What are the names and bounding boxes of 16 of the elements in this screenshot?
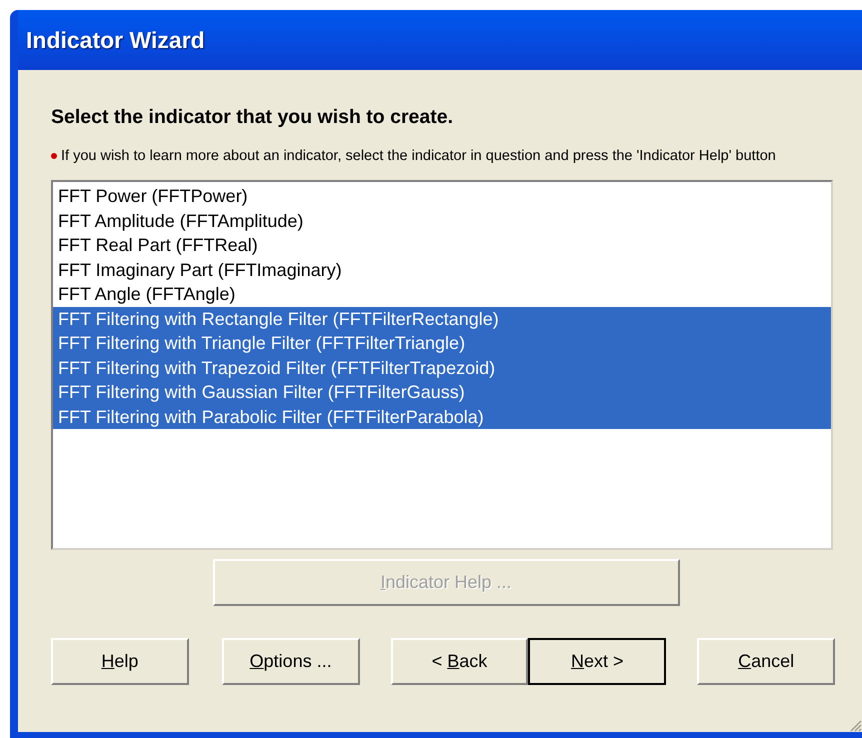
hint-text: If you wish to learn more about an indicator, select the indicator in question and press the 'Indicator Help' button <box>61 147 777 166</box>
list-item[interactable]: FFT Filtering with Triangle Filter (FFTFilterTriangle) <box>53 331 831 356</box>
dialog-button[interactable]: Cancel <box>697 638 835 686</box>
indicator-list[interactable] <box>51 180 833 550</box>
window-title: Indicator Wizard <box>26 26 205 55</box>
dialog-button[interactable]: Options ... <box>222 638 360 686</box>
list-item[interactable]: FFT Filtering with Rectangle Filter (FFTFilterRectangle) <box>53 306 831 332</box>
list-item[interactable]: FFT Filtering with Trapezoid Filter (FFTFilterTrapezoid) <box>53 356 831 380</box>
dialog-button[interactable]: < Back <box>390 638 528 686</box>
heading: Select the indicator that you wish to create. <box>51 105 454 130</box>
resize-grip-icon[interactable] <box>848 718 862 732</box>
list-item[interactable]: FFT Filtering with Parabolic Filter (FFTFilterParabola) <box>53 404 831 430</box>
dialog-button[interactable]: Help <box>51 638 189 686</box>
bullet-icon <box>51 153 57 160</box>
dialog-button[interactable]: Next > <box>528 638 666 686</box>
list-item[interactable]: FFT Filtering with Gaussian Filter (FFTFilterGauss) <box>53 380 831 405</box>
